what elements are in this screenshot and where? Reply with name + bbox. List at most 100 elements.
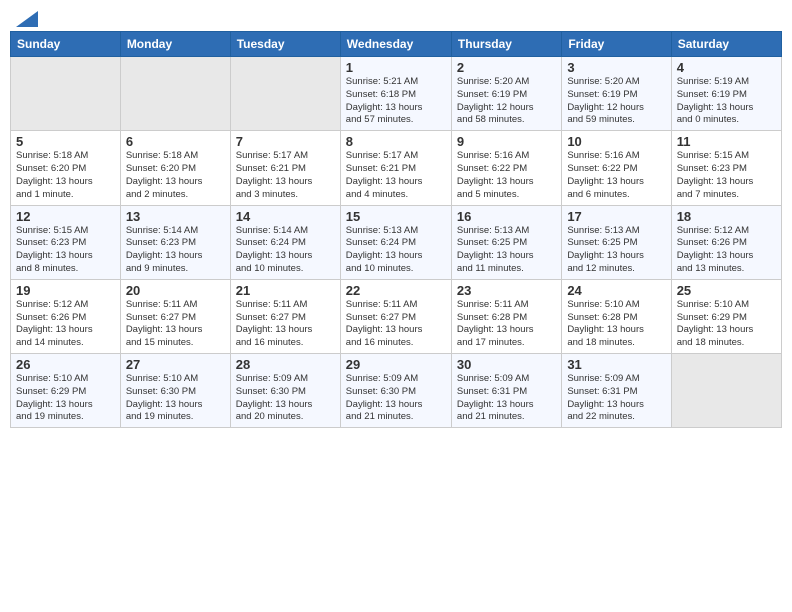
day-cell: 28Sunrise: 5:09 AMSunset: 6:30 PMDayligh… — [230, 354, 340, 428]
day-cell: 5Sunrise: 5:18 AMSunset: 6:20 PMDaylight… — [11, 131, 121, 205]
day-cell: 30Sunrise: 5:09 AMSunset: 6:31 PMDayligh… — [451, 354, 561, 428]
day-info: Sunrise: 5:10 AMSunset: 6:29 PMDaylight:… — [16, 373, 115, 424]
day-cell: 17Sunrise: 5:13 AMSunset: 6:25 PMDayligh… — [562, 205, 671, 279]
day-info: Sunrise: 5:14 AMSunset: 6:24 PMDaylight:… — [236, 225, 335, 276]
day-number: 8 — [346, 134, 446, 149]
day-info: Sunrise: 5:21 AMSunset: 6:18 PMDaylight:… — [346, 76, 446, 127]
day-cell: 9Sunrise: 5:16 AMSunset: 6:22 PMDaylight… — [451, 131, 561, 205]
day-number: 27 — [126, 357, 225, 372]
day-info: Sunrise: 5:11 AMSunset: 6:27 PMDaylight:… — [126, 299, 225, 350]
week-row-4: 19Sunrise: 5:12 AMSunset: 6:26 PMDayligh… — [11, 279, 782, 353]
day-cell: 4Sunrise: 5:19 AMSunset: 6:19 PMDaylight… — [671, 57, 781, 131]
day-number: 17 — [567, 209, 665, 224]
day-header-friday: Friday — [562, 32, 671, 57]
day-cell: 31Sunrise: 5:09 AMSunset: 6:31 PMDayligh… — [562, 354, 671, 428]
logo-icon — [16, 11, 38, 27]
day-number: 4 — [677, 60, 776, 75]
day-number: 22 — [346, 283, 446, 298]
day-number: 28 — [236, 357, 335, 372]
day-cell: 10Sunrise: 5:16 AMSunset: 6:22 PMDayligh… — [562, 131, 671, 205]
day-number: 12 — [16, 209, 115, 224]
day-number: 1 — [346, 60, 446, 75]
day-info: Sunrise: 5:18 AMSunset: 6:20 PMDaylight:… — [126, 150, 225, 201]
week-row-2: 5Sunrise: 5:18 AMSunset: 6:20 PMDaylight… — [11, 131, 782, 205]
day-cell: 12Sunrise: 5:15 AMSunset: 6:23 PMDayligh… — [11, 205, 121, 279]
day-cell — [120, 57, 230, 131]
day-info: Sunrise: 5:11 AMSunset: 6:27 PMDaylight:… — [236, 299, 335, 350]
day-cell: 8Sunrise: 5:17 AMSunset: 6:21 PMDaylight… — [340, 131, 451, 205]
day-info: Sunrise: 5:14 AMSunset: 6:23 PMDaylight:… — [126, 225, 225, 276]
day-info: Sunrise: 5:15 AMSunset: 6:23 PMDaylight:… — [16, 225, 115, 276]
week-row-1: 1Sunrise: 5:21 AMSunset: 6:18 PMDaylight… — [11, 57, 782, 131]
day-info: Sunrise: 5:12 AMSunset: 6:26 PMDaylight:… — [16, 299, 115, 350]
header-row: SundayMondayTuesdayWednesdayThursdayFrid… — [11, 32, 782, 57]
day-number: 31 — [567, 357, 665, 372]
day-info: Sunrise: 5:09 AMSunset: 6:31 PMDaylight:… — [567, 373, 665, 424]
day-info: Sunrise: 5:18 AMSunset: 6:20 PMDaylight:… — [16, 150, 115, 201]
day-number: 9 — [457, 134, 556, 149]
day-number: 15 — [346, 209, 446, 224]
day-number: 29 — [346, 357, 446, 372]
day-header-monday: Monday — [120, 32, 230, 57]
day-number: 11 — [677, 134, 776, 149]
day-cell: 24Sunrise: 5:10 AMSunset: 6:28 PMDayligh… — [562, 279, 671, 353]
day-number: 21 — [236, 283, 335, 298]
day-cell: 20Sunrise: 5:11 AMSunset: 6:27 PMDayligh… — [120, 279, 230, 353]
day-number: 19 — [16, 283, 115, 298]
day-cell: 21Sunrise: 5:11 AMSunset: 6:27 PMDayligh… — [230, 279, 340, 353]
calendar-table: SundayMondayTuesdayWednesdayThursdayFrid… — [10, 31, 782, 428]
day-info: Sunrise: 5:16 AMSunset: 6:22 PMDaylight:… — [567, 150, 665, 201]
day-header-tuesday: Tuesday — [230, 32, 340, 57]
day-info: Sunrise: 5:11 AMSunset: 6:27 PMDaylight:… — [346, 299, 446, 350]
day-info: Sunrise: 5:15 AMSunset: 6:23 PMDaylight:… — [677, 150, 776, 201]
day-cell — [671, 354, 781, 428]
day-number: 7 — [236, 134, 335, 149]
week-row-3: 12Sunrise: 5:15 AMSunset: 6:23 PMDayligh… — [11, 205, 782, 279]
day-number: 14 — [236, 209, 335, 224]
day-number: 24 — [567, 283, 665, 298]
day-cell: 2Sunrise: 5:20 AMSunset: 6:19 PMDaylight… — [451, 57, 561, 131]
day-number: 30 — [457, 357, 556, 372]
day-cell: 29Sunrise: 5:09 AMSunset: 6:30 PMDayligh… — [340, 354, 451, 428]
day-info: Sunrise: 5:20 AMSunset: 6:19 PMDaylight:… — [567, 76, 665, 127]
day-number: 6 — [126, 134, 225, 149]
day-number: 26 — [16, 357, 115, 372]
day-cell: 16Sunrise: 5:13 AMSunset: 6:25 PMDayligh… — [451, 205, 561, 279]
day-cell: 26Sunrise: 5:10 AMSunset: 6:29 PMDayligh… — [11, 354, 121, 428]
day-info: Sunrise: 5:09 AMSunset: 6:30 PMDaylight:… — [236, 373, 335, 424]
day-info: Sunrise: 5:10 AMSunset: 6:30 PMDaylight:… — [126, 373, 225, 424]
day-cell: 13Sunrise: 5:14 AMSunset: 6:23 PMDayligh… — [120, 205, 230, 279]
day-number: 25 — [677, 283, 776, 298]
day-info: Sunrise: 5:13 AMSunset: 6:25 PMDaylight:… — [457, 225, 556, 276]
logo — [14, 10, 38, 27]
day-number: 5 — [16, 134, 115, 149]
day-header-sunday: Sunday — [11, 32, 121, 57]
day-info: Sunrise: 5:20 AMSunset: 6:19 PMDaylight:… — [457, 76, 556, 127]
day-cell: 1Sunrise: 5:21 AMSunset: 6:18 PMDaylight… — [340, 57, 451, 131]
day-info: Sunrise: 5:13 AMSunset: 6:24 PMDaylight:… — [346, 225, 446, 276]
day-info: Sunrise: 5:10 AMSunset: 6:29 PMDaylight:… — [677, 299, 776, 350]
day-number: 2 — [457, 60, 556, 75]
day-info: Sunrise: 5:17 AMSunset: 6:21 PMDaylight:… — [346, 150, 446, 201]
day-cell: 7Sunrise: 5:17 AMSunset: 6:21 PMDaylight… — [230, 131, 340, 205]
day-cell: 23Sunrise: 5:11 AMSunset: 6:28 PMDayligh… — [451, 279, 561, 353]
day-header-saturday: Saturday — [671, 32, 781, 57]
day-number: 18 — [677, 209, 776, 224]
day-cell: 14Sunrise: 5:14 AMSunset: 6:24 PMDayligh… — [230, 205, 340, 279]
day-cell: 11Sunrise: 5:15 AMSunset: 6:23 PMDayligh… — [671, 131, 781, 205]
day-number: 10 — [567, 134, 665, 149]
day-number: 20 — [126, 283, 225, 298]
day-info: Sunrise: 5:09 AMSunset: 6:30 PMDaylight:… — [346, 373, 446, 424]
day-cell: 3Sunrise: 5:20 AMSunset: 6:19 PMDaylight… — [562, 57, 671, 131]
day-info: Sunrise: 5:17 AMSunset: 6:21 PMDaylight:… — [236, 150, 335, 201]
day-info: Sunrise: 5:19 AMSunset: 6:19 PMDaylight:… — [677, 76, 776, 127]
page-header — [10, 10, 782, 27]
day-number: 23 — [457, 283, 556, 298]
day-cell: 22Sunrise: 5:11 AMSunset: 6:27 PMDayligh… — [340, 279, 451, 353]
day-info: Sunrise: 5:09 AMSunset: 6:31 PMDaylight:… — [457, 373, 556, 424]
day-cell: 15Sunrise: 5:13 AMSunset: 6:24 PMDayligh… — [340, 205, 451, 279]
day-info: Sunrise: 5:10 AMSunset: 6:28 PMDaylight:… — [567, 299, 665, 350]
day-cell — [11, 57, 121, 131]
day-cell: 25Sunrise: 5:10 AMSunset: 6:29 PMDayligh… — [671, 279, 781, 353]
day-number: 13 — [126, 209, 225, 224]
